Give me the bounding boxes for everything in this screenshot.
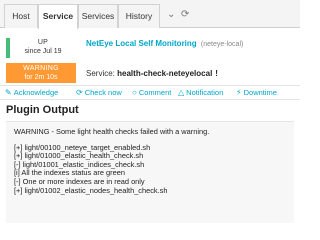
comment-label: Comment bbox=[138, 88, 172, 97]
check-now-label: Check now bbox=[84, 88, 122, 97]
refresh-icon: ⟳ bbox=[76, 88, 83, 97]
plugin-warning-line: WARNING - Some light health checks faile… bbox=[14, 127, 210, 136]
comment-button[interactable]: ○ Comment bbox=[132, 88, 171, 98]
comment-icon: ○ bbox=[132, 88, 137, 97]
bell-icon: △ bbox=[178, 88, 185, 97]
service-state-duration: for 2m 10s bbox=[24, 74, 58, 81]
tab-label: History bbox=[125, 11, 153, 21]
host-state-since: since Jul 19 bbox=[24, 48, 62, 55]
acknowledge-button[interactable]: ✎ Acknowledge bbox=[5, 88, 58, 98]
plugin-output-title: Plugin Output bbox=[6, 104, 79, 116]
host-name[interactable]: NetEye Local Self Monitoring bbox=[86, 39, 197, 48]
service-title: Service: health-check-neteyelocal! bbox=[86, 69, 218, 79]
plugin-output-line: [+] light/01002_elastic_nodes_health_che… bbox=[14, 185, 168, 195]
acknowledge-label: Acknowledge bbox=[13, 88, 59, 97]
service-state-label: WARNING bbox=[23, 65, 59, 72]
refresh-icon[interactable]: ⟳ bbox=[181, 9, 189, 21]
action-bar: ✎ Acknowledge ⟳ Check now ○ Comment △ Notifi… bbox=[0, 85, 300, 99]
host-link[interactable]: NetEye Local Self Monitoring (neteye-loc… bbox=[86, 39, 243, 50]
host-state-badge: UP since Jul 19 bbox=[6, 38, 76, 58]
notification-label: Notification bbox=[186, 88, 224, 97]
check-now-button[interactable]: ⟳ Check now bbox=[76, 88, 122, 98]
plug-icon: ⚡ bbox=[236, 88, 242, 97]
edit-icon: ✎ bbox=[5, 88, 12, 97]
plugin-output-box: WARNING - Some light health checks faile… bbox=[6, 121, 294, 223]
chevron-down-icon[interactable]: ⌄ bbox=[167, 9, 175, 21]
tab-label: Service bbox=[42, 11, 74, 21]
tab-service[interactable]: Service bbox=[38, 4, 78, 29]
downtime-button[interactable]: ⚡ Downtime bbox=[236, 88, 277, 98]
tab-label: Host bbox=[12, 11, 30, 21]
notification-button[interactable]: △ Notification bbox=[178, 88, 223, 98]
service-name: health-check-neteyelocal bbox=[117, 69, 213, 78]
tab-history[interactable]: History bbox=[118, 4, 160, 28]
host-name-sub: (neteye-local) bbox=[200, 41, 244, 48]
tab-services[interactable]: Services bbox=[78, 4, 118, 28]
downtime-label: Downtime bbox=[243, 88, 277, 97]
tab-host[interactable]: Host bbox=[4, 4, 38, 28]
host-state-label: UP bbox=[37, 39, 49, 46]
service-flag: ! bbox=[215, 69, 218, 78]
divider bbox=[0, 99, 300, 100]
service-prefix: Service: bbox=[86, 69, 115, 78]
service-state-badge: WARNING for 2m 10s bbox=[6, 63, 76, 83]
tab-label: Services bbox=[81, 11, 115, 21]
tab-bar: Host Service Services History ⌄ ⟳ bbox=[0, 0, 300, 29]
